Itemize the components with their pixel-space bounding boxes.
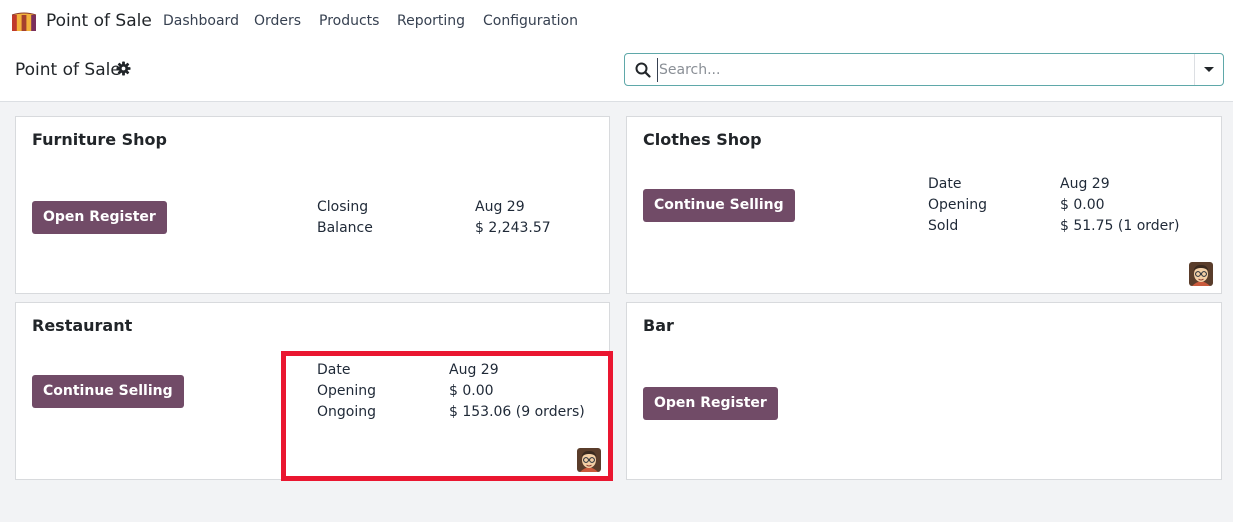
user-avatar[interactable] [1189,262,1213,286]
pos-card-restaurant: Restaurant Continue Selling Date Aug 29 … [15,302,610,480]
stat-label-opening: Opening [928,197,988,213]
stat-label-date: Date [317,362,351,378]
stat-label-closing: Closing [317,199,369,215]
card-title: Bar [643,316,674,335]
menu-configuration[interactable]: Configuration [483,13,578,29]
menu-orders[interactable]: Orders [254,13,301,29]
search-options-toggle[interactable] [1195,54,1223,85]
continue-selling-button[interactable]: Continue Selling [32,375,184,408]
pos-card-bar: Bar Open Register [626,302,1222,480]
user-avatar[interactable] [577,448,601,472]
menu-products[interactable]: Products [319,13,379,29]
stat-value-closing: Aug 29 [475,199,525,215]
stat-value-date: Aug 29 [1060,176,1110,192]
search-input[interactable] [657,58,1187,82]
stat-label-opening: Opening [317,383,377,399]
pos-card-clothes-shop: Clothes Shop Continue Selling Date Aug 2… [626,116,1222,294]
stat-value-opening: $ 0.00 [1060,197,1105,213]
card-title: Restaurant [32,316,133,335]
stat-value-opening: $ 0.00 [449,383,494,399]
page-title: Point of Sale [15,60,121,80]
stat-value-sold: $ 51.75 (1 order) [1060,218,1180,234]
stat-label-date: Date [928,176,962,192]
stat-label-sold: Sold [928,218,959,234]
stat-value-date: Aug 29 [449,362,499,378]
control-panel: Point of Sale [0,44,1233,102]
stat-label-ongoing: Ongoing [317,404,376,420]
app-name[interactable]: Point of Sale [46,11,152,31]
stat-value-ongoing: $ 153.06 (9 orders) [449,404,585,420]
open-register-button[interactable]: Open Register [643,387,778,420]
gear-icon[interactable] [116,61,131,76]
stat-label-balance: Balance [317,220,373,236]
search-icon [635,62,651,78]
card-title: Furniture Shop [32,130,167,149]
stat-value-balance: $ 2,243.57 [475,220,551,236]
menu-reporting[interactable]: Reporting [397,13,465,29]
caret-down-icon [1204,67,1214,72]
search-box [624,53,1224,86]
card-title: Clothes Shop [643,130,762,149]
pos-card-furniture-shop: Furniture Shop Open Register Closing Aug… [15,116,610,294]
top-navbar: Point of Sale Dashboard Orders Products … [0,0,1233,44]
continue-selling-button[interactable]: Continue Selling [643,189,795,222]
menu-dashboard[interactable]: Dashboard [163,13,239,29]
open-register-button[interactable]: Open Register [32,201,167,234]
pos-awning-icon[interactable] [11,12,37,32]
